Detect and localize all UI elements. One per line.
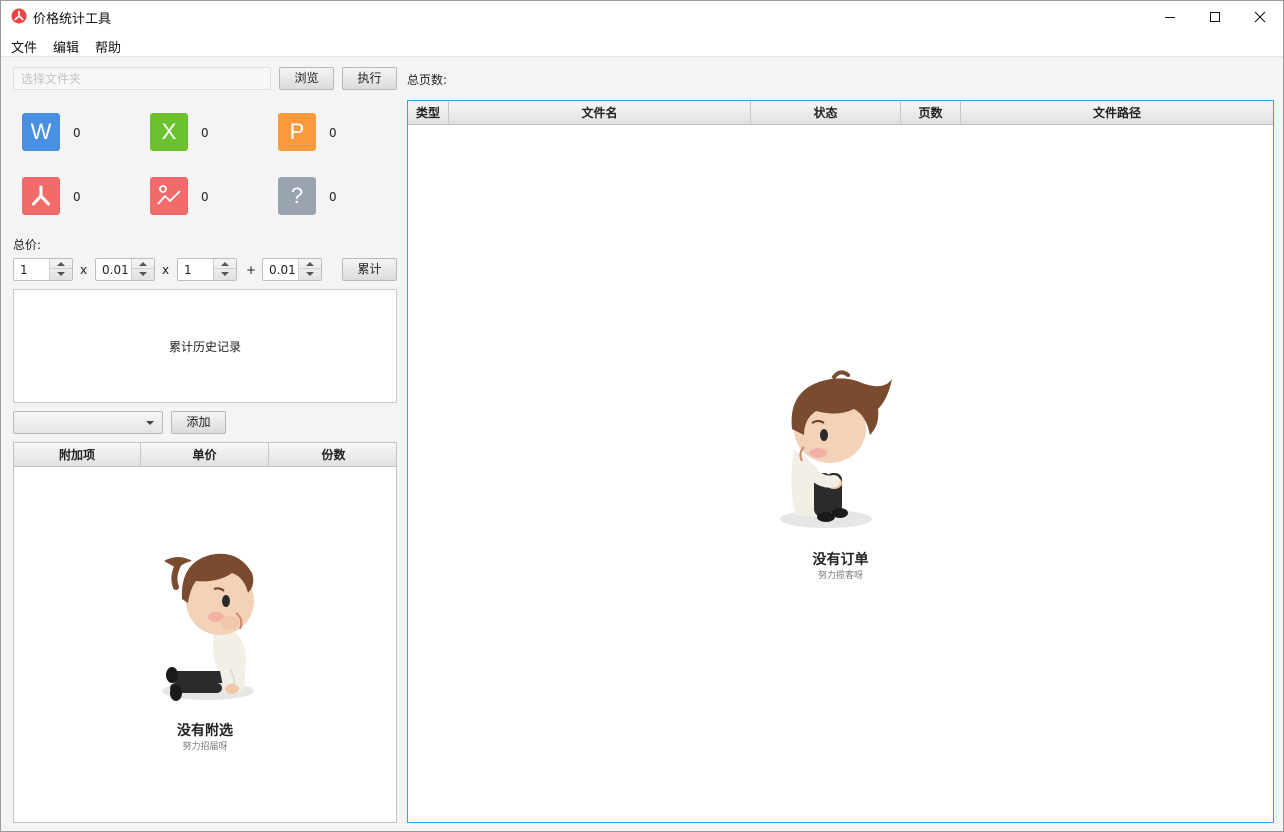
powerpoint-count: 0: [329, 126, 337, 140]
close-button[interactable]: [1237, 1, 1283, 32]
minimize-icon: [1165, 16, 1175, 18]
title-bar: 价格统计工具: [1, 1, 1283, 32]
column-header-unit-price[interactable]: 单价: [141, 443, 269, 467]
history-placeholder: 累计历史记录: [168, 339, 241, 354]
accumulate-button[interactable]: 累计: [342, 258, 397, 281]
spinner-up-icon[interactable]: [132, 259, 154, 269]
image-count: 0: [201, 190, 209, 204]
word-icon: W: [22, 113, 60, 151]
copies-value: 1: [184, 263, 192, 277]
pdf-icon: [22, 177, 60, 215]
quantity-value: 1: [20, 263, 28, 277]
quantity-spinner[interactable]: 1: [13, 258, 73, 281]
pdf-count: 0: [73, 190, 81, 204]
spinner-up-icon[interactable]: [50, 259, 72, 269]
column-header-file-path[interactable]: 文件路径: [961, 101, 1273, 125]
maximize-icon: [1210, 11, 1220, 22]
execute-button[interactable]: 执行: [342, 67, 397, 90]
word-count: 0: [73, 126, 81, 140]
column-header-filename[interactable]: 文件名: [449, 101, 751, 125]
folder-path-input[interactable]: 选择文件夹: [13, 67, 271, 90]
column-header-pages[interactable]: 页数: [901, 101, 961, 125]
window-title: 价格统计工具: [33, 12, 112, 27]
close-icon: [1254, 11, 1266, 22]
addon-select[interactable]: [13, 411, 163, 434]
column-header-status[interactable]: 状态: [751, 101, 901, 125]
column-header-addon[interactable]: 附加项: [14, 443, 141, 467]
column-header-copies[interactable]: 份数: [269, 443, 396, 467]
files-table: 类型 文件名 状态 页数 文件路径 没有订单 努力揽客呀: [407, 100, 1274, 823]
app-logo-icon: [11, 8, 27, 24]
unit-price-value: 0.01: [102, 263, 129, 277]
addon-table: 附加项 单价 份数 没有附选 努力招届呀: [13, 442, 397, 823]
add-button[interactable]: 添加: [171, 411, 226, 434]
multiply-sign: x: [80, 263, 88, 277]
spinner-down-icon[interactable]: [299, 269, 321, 280]
addon-table-header: 附加项 单价 份数: [14, 443, 396, 467]
maximize-button[interactable]: [1192, 1, 1238, 32]
addon-empty-title: 没有附选: [177, 723, 233, 739]
total-price-label: 总价:: [13, 238, 42, 252]
files-empty-title: 没有订单: [812, 552, 869, 568]
spinner-up-icon[interactable]: [299, 259, 321, 269]
unit-price-spinner[interactable]: 0.01: [95, 258, 155, 281]
copies-spinner[interactable]: 1: [177, 258, 237, 281]
multiply-sign: x: [162, 263, 170, 277]
spinner-down-icon[interactable]: [214, 269, 236, 280]
total-pages-label: 总页数:: [407, 73, 448, 87]
excel-count: 0: [201, 126, 209, 140]
spinner-up-icon[interactable]: [214, 259, 236, 269]
menu-edit[interactable]: 编辑: [53, 37, 79, 56]
app-window: 价格统计工具 文件 编辑 帮助 选择文件夹 浏览 执行 总页数: W 0 X 0…: [0, 0, 1284, 832]
column-header-type[interactable]: 类型: [408, 101, 449, 125]
spinner-down-icon[interactable]: [50, 269, 72, 280]
sad-boy-hugging-knees-illustration: [780, 370, 892, 528]
minimize-button[interactable]: [1147, 1, 1193, 32]
powerpoint-icon: P: [278, 113, 316, 151]
menu-help[interactable]: 帮助: [95, 37, 121, 56]
menu-file[interactable]: 文件: [11, 37, 37, 56]
files-table-header: 类型 文件名 状态 页数 文件路径: [408, 101, 1273, 125]
spinner-down-icon[interactable]: [132, 269, 154, 280]
unknown-count: 0: [329, 190, 337, 204]
extra-fee-spinner[interactable]: 0.01: [262, 258, 322, 281]
plus-sign: +: [246, 263, 257, 277]
unknown-file-icon: ?: [278, 177, 316, 215]
files-empty-subtitle: 努力揽客呀: [817, 571, 863, 581]
image-icon: [150, 177, 188, 215]
extra-fee-value: 0.01: [269, 263, 296, 277]
history-list: 累计历史记录: [13, 289, 397, 403]
main-content: 选择文件夹 浏览 执行 总页数: W 0 X 0 P 0 0 0 ? 0 总价:…: [1, 57, 1283, 831]
menu-bar: 文件 编辑 帮助: [1, 32, 1283, 57]
addon-empty-subtitle: 努力招届呀: [182, 742, 228, 752]
browse-button[interactable]: 浏览: [279, 67, 334, 90]
sad-boy-sitting-illustration: [162, 553, 254, 701]
excel-icon: X: [150, 113, 188, 151]
